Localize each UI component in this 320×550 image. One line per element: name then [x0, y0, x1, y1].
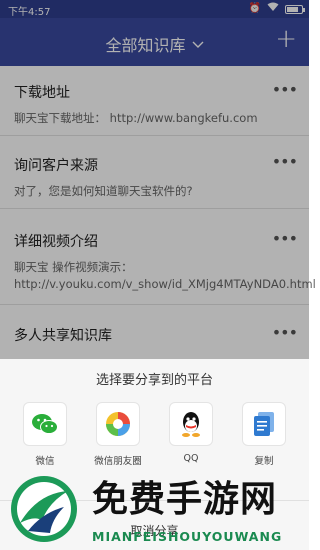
share-option-label: 微信 [35, 456, 55, 467]
share-options: 微信 微信朋友圈 QQ 复制 [0, 402, 309, 472]
share-option-label: QQ [183, 453, 199, 464]
watermark-logo [8, 473, 80, 549]
watermark-url: MIANFEISHOUYOUWANG [92, 529, 283, 544]
share-sheet-title: 选择要分享到的平台 [95, 373, 213, 388]
watermark-brand: 免费手游网 [92, 479, 278, 520]
share-option-label: 复制 [254, 456, 274, 467]
wechat-icon [23, 402, 67, 446]
share-option-moments[interactable]: 微信朋友圈 [88, 402, 148, 467]
copy-icon [242, 402, 286, 446]
share-option-qq[interactable]: QQ [161, 402, 221, 464]
qq-icon [169, 402, 213, 446]
share-option-copy[interactable]: 复制 [234, 402, 294, 467]
moments-icon [96, 402, 140, 446]
share-option-wechat[interactable]: 微信 [15, 402, 75, 467]
share-option-label: 微信朋友圈 [94, 456, 142, 467]
